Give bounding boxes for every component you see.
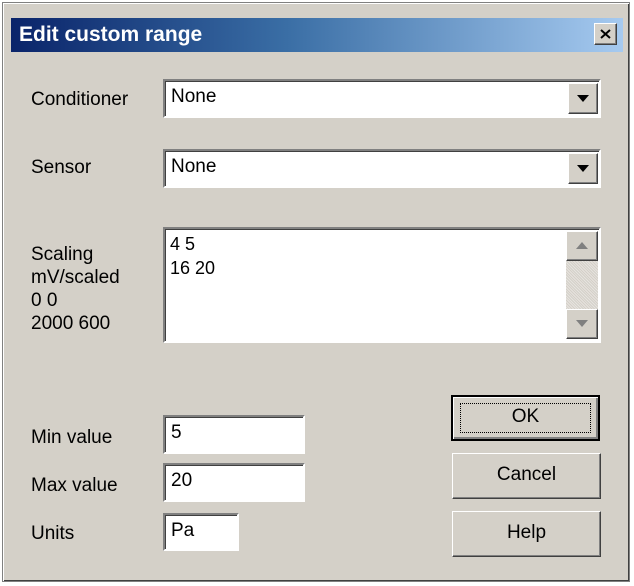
scroll-down-button[interactable] (566, 309, 598, 339)
max-value-field[interactable]: 20 (163, 463, 305, 502)
scaling-label-line: 0 0 (31, 290, 58, 311)
conditioner-value: None (171, 86, 217, 107)
scaling-line: 16 20 (170, 258, 216, 278)
max-value-label: Max value (31, 475, 118, 496)
sensor-combobox[interactable]: None (163, 149, 601, 188)
conditioner-label: Conditioner (31, 89, 129, 110)
scroll-up-button[interactable] (566, 231, 598, 261)
help-button-label: Help (506, 522, 547, 543)
chevron-down-icon (577, 165, 589, 172)
min-value-label: Min value (31, 427, 113, 448)
close-button[interactable] (594, 23, 617, 45)
sensor-value: None (171, 156, 217, 177)
scaling-line: 4 5 (170, 234, 196, 254)
chevron-up-icon (576, 242, 588, 249)
scaling-textarea[interactable]: 4 5 16 20 (163, 227, 601, 343)
scaling-label-line: mV/scaled (31, 267, 120, 288)
title-bar[interactable]: Edit custom range (11, 18, 623, 52)
scaling-label-line: Scaling (31, 244, 94, 265)
min-value-text: 5 (171, 422, 182, 443)
window-title: Edit custom range (19, 23, 203, 46)
chevron-down-icon (577, 95, 589, 102)
ok-button[interactable]: OK (451, 395, 600, 441)
cancel-button[interactable]: Cancel (452, 453, 601, 499)
help-button[interactable]: Help (452, 511, 601, 557)
close-icon (600, 29, 611, 39)
sensor-label: Sensor (31, 157, 92, 178)
units-text: Pa (171, 520, 195, 541)
sensor-dropdown-button[interactable] (568, 153, 598, 184)
min-value-field[interactable]: 5 (163, 415, 305, 454)
chevron-down-icon (576, 320, 588, 327)
units-field[interactable]: Pa (163, 513, 239, 551)
edit-custom-range-dialog: Edit custom range Conditioner None Senso… (2, 2, 630, 582)
units-label: Units (31, 523, 75, 544)
scaling-label-line: 2000 600 (31, 313, 111, 334)
focus-rectangle (460, 403, 591, 433)
cancel-button-label: Cancel (496, 464, 557, 485)
scaling-content: 4 5 16 20 (170, 232, 215, 280)
max-value-text: 20 (171, 470, 193, 491)
scaling-label: Scaling mV/scaled 0 0 2000 600 (31, 243, 120, 335)
conditioner-dropdown-button[interactable] (568, 83, 598, 114)
conditioner-combobox[interactable]: None (163, 79, 601, 118)
scaling-scrollbar[interactable] (566, 231, 598, 339)
